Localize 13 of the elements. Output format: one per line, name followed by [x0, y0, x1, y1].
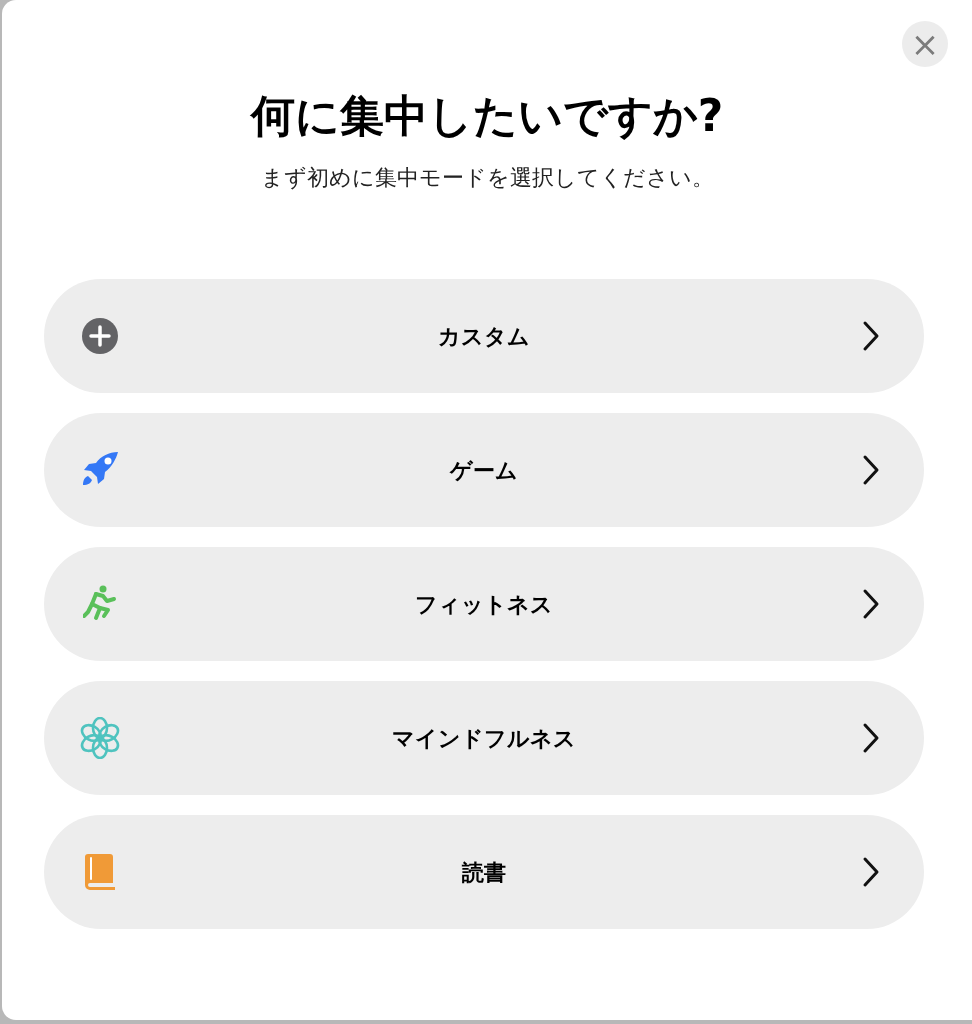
- close-button[interactable]: ×: [902, 21, 948, 67]
- chevron-icon: [862, 588, 880, 620]
- chevron-icon: [862, 722, 880, 754]
- mode-option[interactable]: 読書: [44, 815, 924, 929]
- mode-option[interactable]: マインドフルネス: [44, 681, 924, 795]
- chevron-icon: [862, 856, 880, 888]
- mode-option[interactable]: フィットネス: [44, 547, 924, 661]
- title: 何に集中したいですか?: [250, 89, 724, 143]
- subtitle: まず初めに集中モードを選択してください。: [260, 164, 714, 192]
- chevron-icon: [862, 454, 880, 486]
- mode-option[interactable]: カスタム: [44, 279, 924, 393]
- mode-option[interactable]: ゲーム: [44, 413, 924, 527]
- chevron-icon: [862, 320, 880, 352]
